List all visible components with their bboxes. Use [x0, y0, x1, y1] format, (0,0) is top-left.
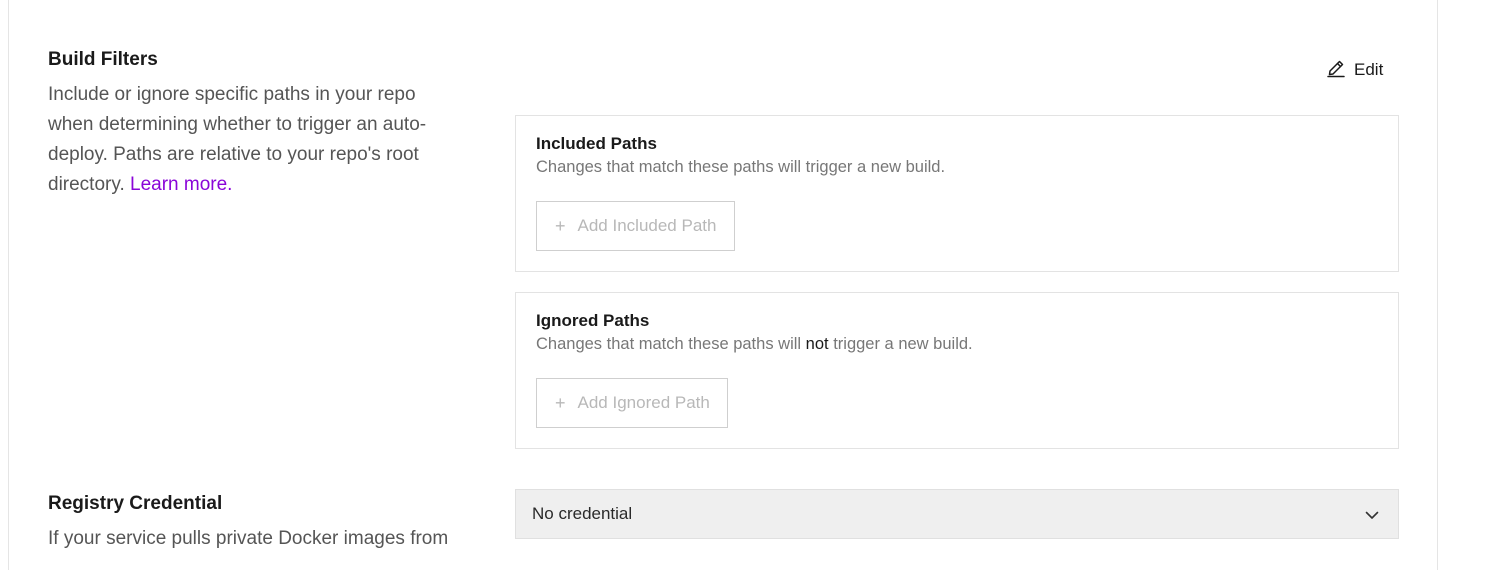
registry-credential-select[interactable]: No credential	[515, 489, 1399, 539]
chevron-down-icon	[1364, 507, 1380, 528]
included-paths-title: Included Paths	[536, 134, 657, 153]
add-included-path-label: Add Included Path	[577, 216, 717, 235]
ignored-desc-emphasis: not	[805, 335, 829, 353]
build-filters-description: Include or ignore specific paths in your…	[48, 80, 458, 200]
add-ignored-path-button[interactable]: + Add Ignored Path	[536, 378, 728, 428]
build-filters-title: Build Filters	[48, 49, 158, 70]
edit-button[interactable]: Edit	[1326, 58, 1383, 82]
ignored-desc-before: Changes that match these paths will	[536, 335, 802, 353]
add-included-path-button[interactable]: + Add Included Path	[536, 201, 735, 251]
registry-credential-description: If your service pulls private Docker ima…	[48, 528, 449, 549]
registry-credential-value: No credential	[532, 504, 633, 523]
pencil-icon	[1326, 58, 1346, 83]
build-filters-description-text: Include or ignore specific paths in your…	[48, 84, 427, 195]
ignored-paths-title: Ignored Paths	[536, 311, 650, 330]
plus-icon: +	[555, 215, 566, 236]
plus-icon: +	[555, 392, 566, 413]
registry-credential-title: Registry Credential	[48, 493, 223, 514]
ignored-desc-after: trigger a new build.	[833, 335, 973, 353]
included-paths-card: Included Paths Changes that match these …	[515, 115, 1399, 272]
add-ignored-path-label: Add Ignored Path	[577, 393, 710, 412]
ignored-paths-description: Changes that match these paths will not …	[536, 335, 973, 354]
included-paths-description: Changes that match these paths will trig…	[536, 158, 946, 176]
ignored-paths-card: Ignored Paths Changes that match these p…	[515, 292, 1399, 449]
learn-more-link[interactable]: Learn more.	[130, 174, 232, 195]
edit-label: Edit	[1354, 60, 1384, 79]
